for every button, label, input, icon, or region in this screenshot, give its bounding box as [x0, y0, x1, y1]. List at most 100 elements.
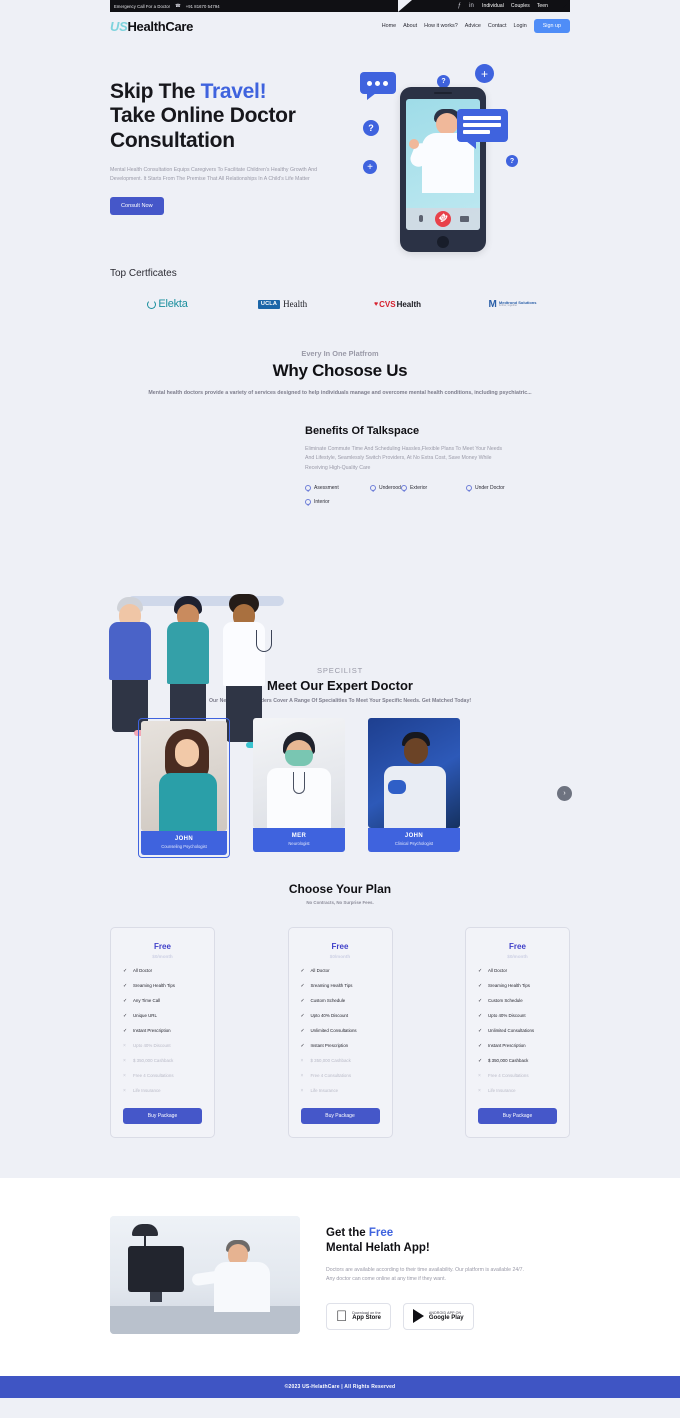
plan-feature: ✓ All Doctor [301, 968, 380, 974]
plan-feature: ✓ Sreaming Health Tips [301, 983, 380, 989]
nav-link-about[interactable]: About [403, 23, 417, 29]
cross-icon: × [300, 1072, 304, 1079]
check-circle-icon [465, 485, 472, 492]
main-navbar: USHealthCare Home About How it works? Ad… [110, 12, 570, 40]
doctor-name: JOHN [404, 832, 424, 839]
facebook-icon[interactable]: ƒ [458, 3, 461, 9]
topbar-link-couples[interactable]: Couples [511, 3, 530, 9]
plan-feature-label: Upto 40% Discount [310, 1013, 349, 1019]
plan-feature-label: Sreaming Health Tips [488, 983, 530, 989]
benefits-illustration [109, 415, 305, 748]
hero-section: Skip The Travel! Take Online Doctor Cons… [110, 40, 570, 252]
cross-icon: × [123, 1042, 126, 1049]
plan-name: Free [331, 941, 349, 951]
why-choose-us-section: Every In One Platfrom Why Chosose Us Men… [110, 349, 570, 399]
benefit-item-asessment: Asessment [305, 485, 370, 492]
check-circle-icon [305, 499, 311, 506]
logo-healthcare-text: HealthCare [127, 18, 194, 34]
benefit-label: Interior [314, 499, 330, 506]
topbar-link-individual[interactable]: Individual [482, 3, 504, 9]
plus-icon-1: + [475, 64, 494, 83]
why-subtitle: Mental health doctors provide a variety … [148, 390, 532, 396]
elekta-ring-icon [147, 299, 157, 309]
ucla-badge: UCLA [257, 299, 281, 309]
app-heading-accent: Free [368, 1226, 394, 1239]
camera-icon[interactable] [460, 216, 469, 222]
plan-feature-label: Free 4 Consultations [488, 1073, 529, 1079]
carousel-next-arrow-icon[interactable]: › [557, 785, 572, 801]
plan-feature: ✓ Sreaming Health Tips [478, 983, 557, 989]
check-icon: ✓ [123, 1027, 128, 1034]
doctors-carousel: JOHN Counseling Psychologist MER Neurolo… [110, 717, 572, 858]
google-play-button[interactable]: ANDROID APP ON Google Play [402, 1302, 474, 1330]
certificate-medtronic: M Medtrond Solutions further, together [455, 293, 570, 315]
plan-feature: ✓ Unique URL [123, 1013, 202, 1019]
hero-heading: Skip The Travel! Take Online Doctor Cons… [110, 80, 345, 153]
phone-icon: ☎ [175, 3, 181, 8]
medtronic-tagline: further, together [498, 303, 518, 307]
check-icon: ✓ [478, 997, 483, 1004]
check-icon: ✓ [300, 1042, 305, 1049]
app-download-section: Get the Free Mental Helath App! Doctors … [0, 1177, 680, 1368]
benefit-item-interior: Interior [305, 499, 370, 506]
doctor-at-desk-photo [110, 1215, 300, 1334]
plan-feature-label: All Doctor [310, 968, 330, 974]
plan-feature: × Upto 40% Discount [123, 1043, 202, 1049]
female-doctor-photo [141, 720, 227, 831]
check-icon: ✓ [123, 1012, 128, 1019]
doctor-card-1[interactable]: JOHN Counseling Psychologist [138, 717, 230, 858]
plan-feature: ✓ All Doctor [123, 968, 202, 974]
plan-feature: ✓ Unlimited Consultations [301, 1028, 380, 1034]
plan-feature-label: Sreaming Health Tips [310, 983, 353, 989]
benefit-item-under-doctor: Under Doctor [465, 485, 505, 492]
cvs-label: CVS [379, 299, 396, 309]
plan-feature: ✓ Sreaming Health Tips [123, 983, 202, 989]
plan-feature-label: Custom Schedule [310, 998, 346, 1004]
plan-feature-label: Custom Schedule [488, 998, 523, 1004]
plan-feature-label: Any Time Call [133, 998, 161, 1004]
doctor-card-3[interactable]: JOHN Clinical Psychologist [368, 717, 460, 858]
doctor-role: Clinical Psychologist [394, 840, 434, 846]
hero-heading-line2: Take Online Doctor [110, 104, 296, 128]
question-mark-icon-2: ? [363, 120, 379, 136]
nav-link-login[interactable]: Login [514, 23, 527, 29]
masked-doctor-photo [253, 717, 345, 828]
pricing-plans: Free $0/month ✓ All Doctor ✓ Sreaming Heal… [110, 926, 570, 1138]
emergency-phone-number[interactable]: +91 81670 54794 [186, 4, 220, 9]
buy-package-button[interactable]: Buy Package [300, 1107, 380, 1124]
consult-now-button[interactable]: Consult Now [110, 197, 164, 216]
buy-package-button[interactable]: Buy Package [123, 1107, 202, 1124]
app-store-button[interactable]:  Download on the App Store [326, 1302, 391, 1330]
certificate-cvs-health: ♥ CVS Health [340, 293, 455, 315]
plan-card-1: Free $0/month ✓ All Doctor ✓ Sreaming Heal… [110, 926, 215, 1138]
illustration-floor [128, 595, 284, 606]
certificate-elekta: Elekta [110, 293, 225, 315]
plan-feature: ✓ Custom Schedule [478, 998, 557, 1004]
nav-link-advice[interactable]: Advice [465, 23, 481, 29]
check-icon: ✓ [300, 1027, 305, 1034]
check-icon: ✓ [300, 967, 305, 974]
check-icon: ✓ [478, 1042, 483, 1049]
topbar-link-teen[interactable]: Teen [537, 3, 548, 9]
check-circle-icon [305, 485, 311, 492]
plan-feature: ✓ Upto 40% Discount [478, 1013, 557, 1019]
nav-link-home[interactable]: Home [382, 23, 396, 29]
check-icon: ✓ [478, 967, 483, 974]
nav-link-how-it-works[interactable]: How it works? [424, 23, 458, 29]
plan-feature: ✓ $ 350,000 Cashback [478, 1058, 557, 1064]
hero-heading-accent: Travel! [200, 80, 267, 103]
signup-button[interactable]: Sign up [533, 19, 570, 33]
microphone-icon[interactable] [419, 215, 423, 222]
nav-link-contact[interactable]: Contact [488, 23, 507, 29]
why-eyebrow: Every In One Platfrom [301, 349, 379, 358]
plan-feature: ✓ Instant Prescription [301, 1043, 380, 1049]
benefits-title: Benefits Of Talkspace [305, 424, 420, 437]
site-logo[interactable]: USHealthCare [110, 19, 193, 34]
end-call-icon[interactable] [435, 211, 451, 227]
hero-heading-line3: Consultation [110, 128, 235, 152]
plan-card-2: Free $0/month ✓ All Doctor ✓ Sreaming Heal… [287, 926, 393, 1138]
buy-package-button[interactable]: Buy Package [478, 1107, 557, 1124]
linkedin-icon[interactable]: in [469, 3, 474, 9]
doctor-card-2[interactable]: MER Neurologist [253, 717, 345, 858]
doctor-role: Neurologist [288, 840, 310, 846]
